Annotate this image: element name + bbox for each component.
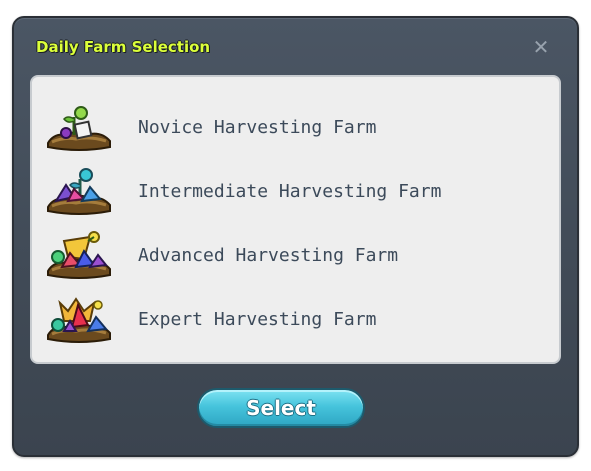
farm-label: Novice Harvesting Farm — [138, 116, 377, 138]
select-button[interactable]: Select — [197, 388, 365, 428]
farm-label: Advanced Harvesting Farm — [138, 244, 399, 266]
expert-farm-icon — [47, 297, 111, 343]
farm-option-intermediate[interactable]: Intermediate Harvesting Farm — [44, 163, 544, 219]
close-icon[interactable]: ✕ — [530, 36, 552, 58]
intermediate-farm-icon — [47, 168, 111, 215]
farm-option-expert[interactable]: Expert Harvesting Farm — [44, 291, 544, 347]
farm-option-advanced[interactable]: Advanced Harvesting Farm — [44, 227, 544, 283]
advanced-farm-icon — [47, 231, 111, 279]
farm-list: Novice Harvesting Farm Intermediate Harv… — [30, 75, 561, 364]
farm-selection-dialog: Daily Farm Selection ✕ Novice Harvesting… — [12, 16, 579, 457]
farm-option-novice[interactable]: Novice Harvesting Farm — [44, 99, 544, 155]
farm-label: Intermediate Harvesting Farm — [138, 180, 442, 202]
farm-label: Expert Harvesting Farm — [138, 308, 377, 330]
novice-farm-icon — [47, 106, 111, 151]
dialog-title: Daily Farm Selection — [36, 38, 211, 56]
